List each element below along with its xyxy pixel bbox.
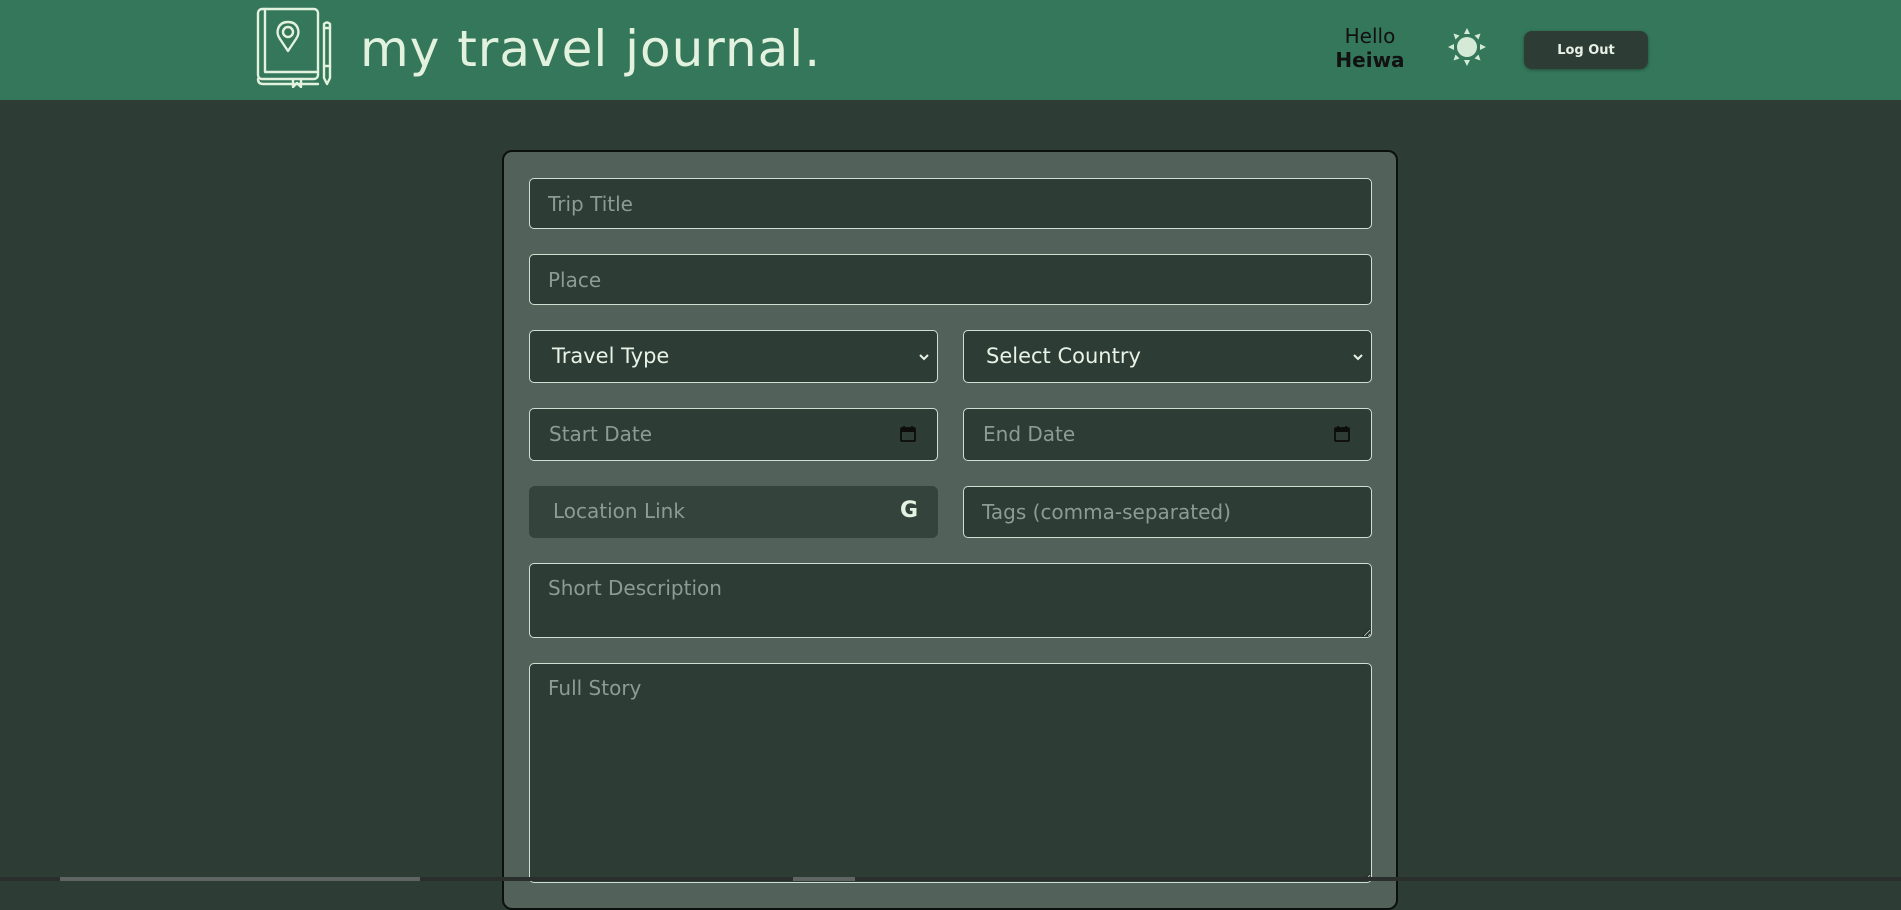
- journal-location-icon: [256, 7, 332, 88]
- end-date-placeholder: End Date: [983, 422, 1076, 446]
- country-select[interactable]: Select Country: [963, 330, 1372, 383]
- tags-input[interactable]: [963, 486, 1372, 538]
- username: Heiwa: [1335, 48, 1405, 72]
- travel-type-select[interactable]: Travel Type: [529, 330, 938, 383]
- scrollbar-thumb[interactable]: [793, 877, 855, 881]
- scrollbar-thumb[interactable]: [60, 877, 420, 881]
- google-icon[interactable]: G: [900, 498, 918, 523]
- calendar-icon[interactable]: [1333, 425, 1351, 443]
- location-link-input[interactable]: Location Link G: [529, 486, 938, 538]
- full-story-textarea[interactable]: [529, 663, 1372, 883]
- location-link-placeholder: Location Link: [553, 499, 685, 523]
- user-greeting: Hello Heiwa: [1322, 24, 1418, 72]
- travel-type-value: Travel Type: [552, 344, 670, 368]
- short-description-textarea[interactable]: [529, 563, 1372, 638]
- calendar-icon[interactable]: [899, 425, 917, 443]
- end-date-input[interactable]: End Date: [963, 408, 1372, 461]
- chevron-down-icon: [919, 354, 929, 361]
- sun-icon[interactable]: [1446, 26, 1488, 68]
- app-header: my travel journal. Hello Heiwa Log Out: [0, 0, 1901, 100]
- place-input[interactable]: [529, 254, 1372, 305]
- start-date-placeholder: Start Date: [549, 422, 653, 446]
- brand-title: my travel journal.: [360, 20, 822, 78]
- trip-form-card: Travel Type Select Country Start Date En…: [502, 150, 1398, 910]
- start-date-input[interactable]: Start Date: [529, 408, 938, 461]
- country-value: Select Country: [986, 344, 1141, 368]
- chevron-down-icon: [1353, 354, 1363, 361]
- trip-title-input[interactable]: [529, 178, 1372, 229]
- greeting-text: Hello: [1344, 24, 1396, 48]
- logout-button[interactable]: Log Out: [1524, 31, 1648, 69]
